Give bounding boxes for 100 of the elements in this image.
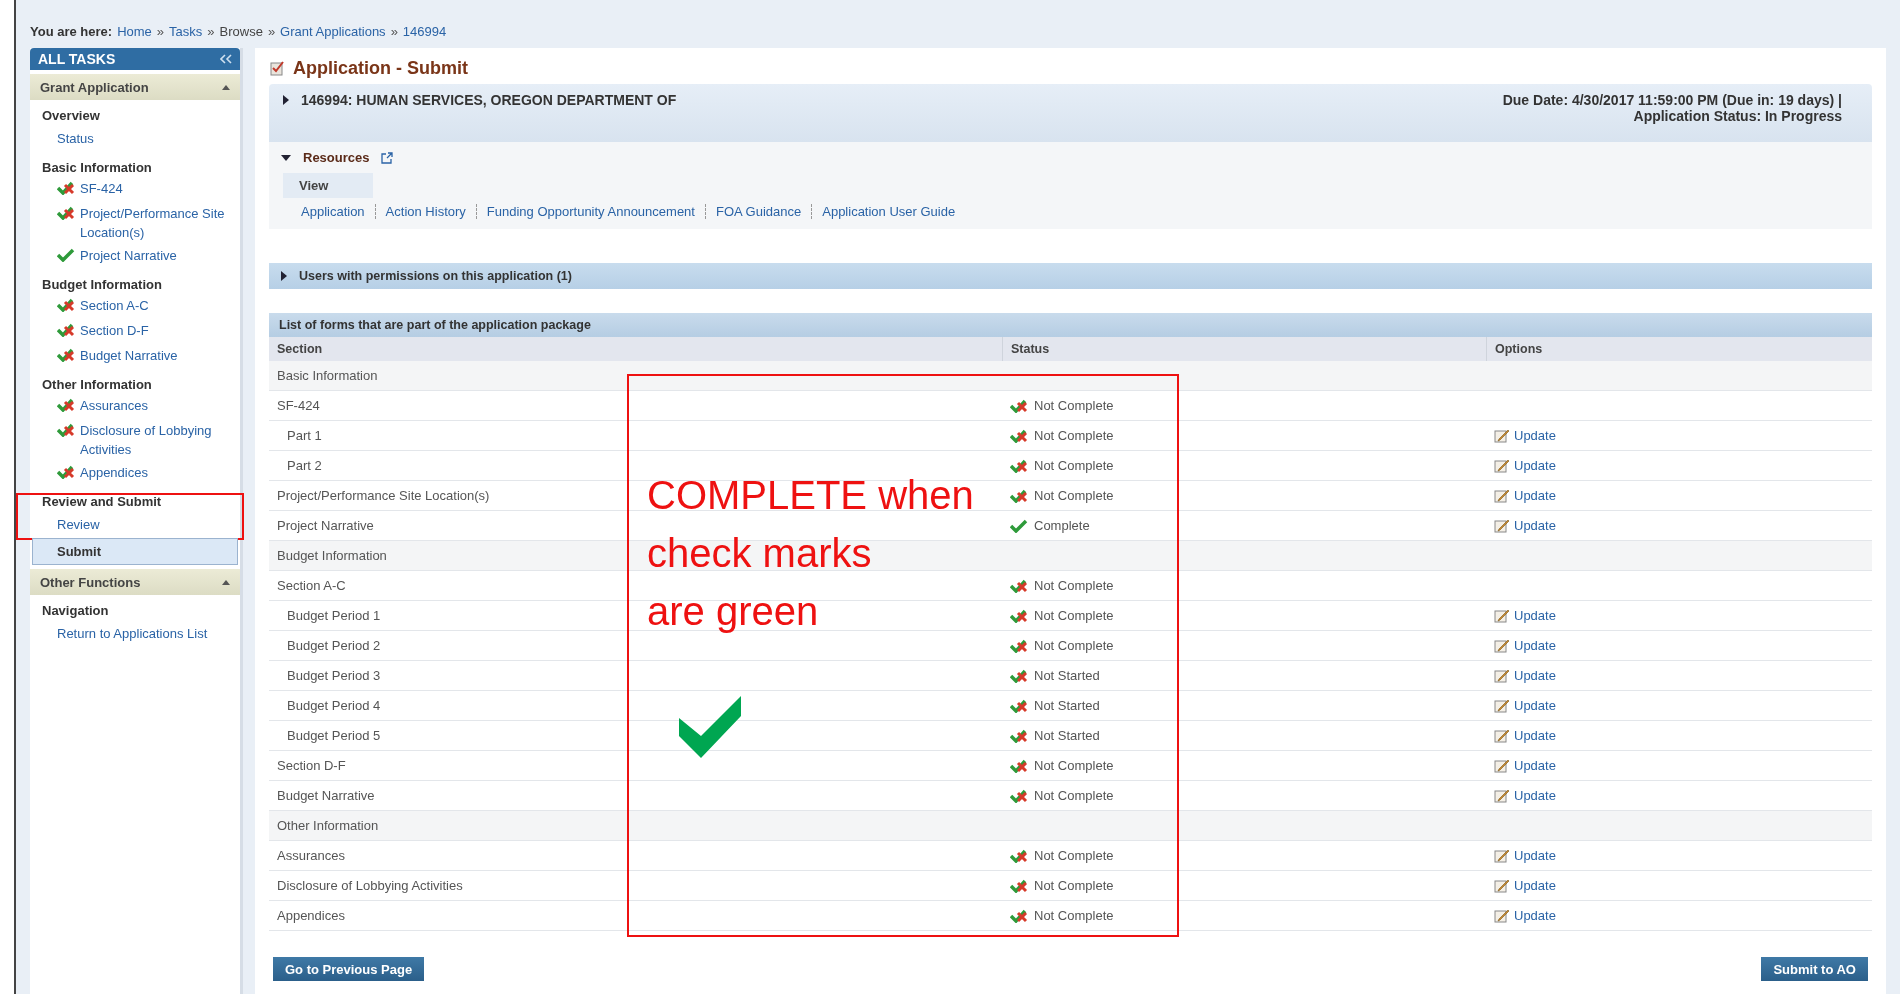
section-cell: SF-424: [277, 398, 320, 413]
caret-up-icon[interactable]: [222, 84, 230, 90]
status-text: Not Complete: [1034, 488, 1114, 503]
edit-icon[interactable]: [1494, 758, 1510, 773]
external-link-icon[interactable]: [381, 151, 394, 164]
sidebar-item[interactable]: Assurances: [32, 394, 238, 419]
section-cell: Part 1: [287, 428, 322, 443]
section-cell: Section D-F: [277, 758, 346, 773]
update-link[interactable]: Update: [1514, 518, 1556, 533]
edit-icon[interactable]: [1494, 668, 1510, 683]
sidebar-item[interactable]: Submit: [32, 538, 238, 565]
breadcrumb-link[interactable]: Grant Applications: [280, 23, 386, 39]
sidebar-item[interactable]: Review: [32, 511, 238, 538]
submit-button[interactable]: Submit to AO: [1761, 957, 1868, 981]
sidebar-item[interactable]: Status: [32, 125, 238, 152]
section-cell: Appendices: [277, 908, 345, 923]
update-link[interactable]: Update: [1514, 728, 1556, 743]
application-status: Application Status: In Progress: [1633, 108, 1842, 124]
caret-right-icon[interactable]: [279, 271, 289, 281]
caret-down-icon[interactable]: [281, 152, 291, 163]
update-link[interactable]: Update: [1514, 608, 1556, 623]
update-link[interactable]: Update: [1514, 848, 1556, 863]
edit-icon[interactable]: [1494, 848, 1510, 863]
update-link[interactable]: Update: [1514, 698, 1556, 713]
resource-link[interactable]: Application User Guide: [811, 204, 966, 219]
edit-icon[interactable]: [1494, 878, 1510, 893]
edit-icon[interactable]: [1494, 518, 1510, 533]
section-cell: Assurances: [277, 848, 345, 863]
update-link[interactable]: Update: [1514, 668, 1556, 683]
resources-title: Resources: [303, 150, 370, 165]
edit-icon[interactable]: [1494, 638, 1510, 653]
section-cell: Budget Period 3: [287, 668, 381, 683]
page-title: Application - Submit: [293, 57, 468, 79]
users-panel-bar[interactable]: Users with permissions on this application (1): [269, 263, 1872, 289]
breadcrumb-link[interactable]: Home: [117, 23, 152, 39]
section-cell: Budget Period 1: [287, 608, 381, 623]
sidebar-item[interactable]: Section D-F: [32, 319, 238, 344]
edit-icon[interactable]: [1494, 908, 1510, 923]
breadcrumb-current: Browse: [219, 23, 263, 39]
update-link[interactable]: Update: [1514, 488, 1556, 503]
resource-link[interactable]: Action History: [374, 204, 476, 219]
sidebar-item[interactable]: Return to Applications List: [32, 620, 238, 647]
check-icon: [679, 696, 741, 758]
edit-icon[interactable]: [1494, 488, 1510, 503]
sidebar-item[interactable]: SF-424: [32, 177, 238, 202]
section-cell: Budget Period 5: [287, 728, 381, 743]
status-text: Not Started: [1034, 668, 1100, 683]
column-header: Options: [1486, 337, 1872, 361]
annotation-text: COMPLETE when check marks are green: [647, 472, 974, 635]
update-link[interactable]: Update: [1514, 908, 1556, 923]
sidebar-heading: Navigation: [41, 602, 110, 620]
status-text: Not Complete: [1034, 608, 1114, 623]
group-title: Grant Application: [40, 79, 149, 95]
sidebar-group-header[interactable]: Other Functions: [30, 569, 240, 595]
section-cell: Project/Performance Site Location(s): [277, 488, 490, 503]
column-header: Status: [1002, 337, 1486, 361]
status-text: Not Complete: [1034, 428, 1114, 443]
column-header: Section: [269, 337, 1002, 361]
breadcrumb-separator: »: [156, 23, 165, 39]
breadcrumb-link[interactable]: 146994: [402, 23, 447, 39]
breadcrumb-separator: »: [390, 23, 398, 39]
update-link[interactable]: Update: [1514, 458, 1556, 473]
form-icon: [269, 60, 285, 76]
edit-icon[interactable]: [1494, 428, 1510, 443]
edit-icon[interactable]: [1494, 458, 1510, 473]
due-date: Due Date: 4/30/2017 11:59:00 PM (Due in: 19 days) |: [1502, 92, 1842, 108]
section-cell: Disclosure of Lobbying Activities: [277, 878, 463, 893]
sidebar-item[interactable]: Disclosure of Lobbying Activities: [32, 419, 238, 461]
breadcrumb-separator: »: [267, 23, 276, 39]
sidebar-item[interactable]: Appendices: [32, 461, 238, 486]
section-cell: Budget Period 4: [287, 698, 381, 713]
collapse-icon[interactable]: [220, 54, 232, 64]
status-text: Not Complete: [1034, 878, 1114, 893]
resource-link[interactable]: Funding Opportunity Announcement: [475, 204, 705, 219]
edit-icon[interactable]: [1494, 608, 1510, 623]
edit-icon[interactable]: [1494, 788, 1510, 803]
breadcrumb-link[interactable]: Tasks: [169, 23, 203, 39]
sidebar-item[interactable]: Budget Narrative: [32, 344, 238, 369]
edit-icon[interactable]: [1494, 698, 1510, 713]
sidebar-heading: Other Information: [41, 376, 153, 394]
update-link[interactable]: Update: [1514, 788, 1556, 803]
sidebar-item[interactable]: Section A-C: [32, 294, 238, 319]
resource-link[interactable]: FOA Guidance: [704, 204, 812, 219]
sidebar-group-header[interactable]: Grant Application: [30, 74, 240, 100]
sidebar-item[interactable]: Project/Performance Site Location(s): [32, 202, 238, 244]
sidebar-item[interactable]: Project Narrative: [32, 244, 238, 269]
caret-up-icon[interactable]: [222, 579, 230, 585]
view-tab[interactable]: View: [283, 173, 374, 198]
status-text: Not Complete: [1034, 908, 1114, 923]
previous-page-button[interactable]: Go to Previous Page: [273, 957, 425, 981]
section-cell: Project Narrative: [277, 518, 374, 533]
caret-right-icon[interactable]: [281, 95, 291, 105]
sidebar-heading: Budget Information: [41, 276, 163, 294]
update-link[interactable]: Update: [1514, 758, 1556, 773]
update-link[interactable]: Update: [1514, 878, 1556, 893]
edit-icon[interactable]: [1494, 728, 1510, 743]
update-link[interactable]: Update: [1514, 428, 1556, 443]
status-text: Not Started: [1034, 698, 1100, 713]
resource-link[interactable]: Application: [301, 204, 375, 219]
update-link[interactable]: Update: [1514, 638, 1556, 653]
